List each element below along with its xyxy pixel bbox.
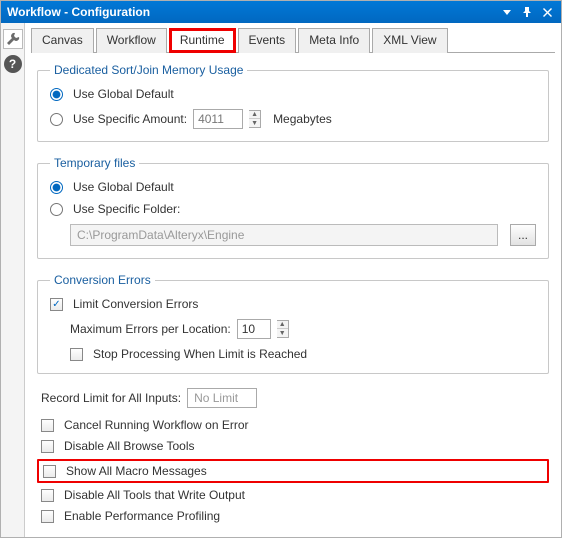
- memory-amount-spinner[interactable]: ▲▼: [249, 110, 261, 128]
- spinner-up-icon: ▲: [277, 321, 288, 329]
- options-section: Record Limit for All Inputs: No Limit Ca…: [41, 388, 545, 523]
- show-macro-checkbox[interactable]: [43, 465, 56, 478]
- help-icon[interactable]: ?: [4, 55, 22, 73]
- tempfiles-group: Temporary files Use Global Default Use S…: [37, 156, 549, 259]
- tab-bar: Canvas Workflow Runtime Events Meta Info…: [31, 27, 555, 53]
- max-errors-label: Maximum Errors per Location:: [70, 322, 231, 336]
- titlebar: Workflow - Configuration: [1, 1, 561, 23]
- config-panel: Canvas Workflow Runtime Events Meta Info…: [25, 23, 561, 537]
- tab-canvas[interactable]: Canvas: [31, 28, 94, 53]
- temp-global-label: Use Global Default: [73, 180, 174, 194]
- memory-legend: Dedicated Sort/Join Memory Usage: [50, 63, 247, 77]
- disable-write-checkbox[interactable]: [41, 489, 54, 502]
- disable-write-label: Disable All Tools that Write Output: [64, 488, 245, 502]
- tab-xmlview[interactable]: XML View: [372, 28, 447, 53]
- limit-errors-checkbox[interactable]: ✓: [50, 298, 63, 311]
- memory-amount-input[interactable]: 4011: [193, 109, 243, 129]
- disable-browse-checkbox[interactable]: [41, 440, 54, 453]
- tempfiles-legend: Temporary files: [50, 156, 139, 170]
- max-errors-input[interactable]: 10: [237, 319, 271, 339]
- wrench-tool-icon[interactable]: [3, 29, 23, 49]
- pin-icon[interactable]: [519, 4, 535, 20]
- browse-button[interactable]: ...: [510, 224, 536, 246]
- tab-runtime[interactable]: Runtime: [169, 28, 236, 53]
- dropdown-icon[interactable]: [499, 4, 515, 20]
- tab-events[interactable]: Events: [238, 28, 297, 53]
- show-macro-label: Show All Macro Messages: [66, 464, 207, 478]
- cancel-on-error-checkbox[interactable]: [41, 419, 54, 432]
- conversion-errors-group: Conversion Errors ✓ Limit Conversion Err…: [37, 273, 549, 374]
- conversion-errors-legend: Conversion Errors: [50, 273, 155, 287]
- record-limit-input[interactable]: No Limit: [187, 388, 257, 408]
- memory-global-label: Use Global Default: [73, 87, 174, 101]
- disable-browse-label: Disable All Browse Tools: [64, 439, 195, 453]
- record-limit-label: Record Limit for All Inputs:: [41, 391, 181, 405]
- memory-unit-label: Megabytes: [273, 112, 332, 126]
- max-errors-spinner[interactable]: ▲▼: [277, 320, 289, 338]
- stop-on-limit-label: Stop Processing When Limit is Reached: [93, 347, 307, 361]
- perf-profile-checkbox[interactable]: [41, 510, 54, 523]
- tab-workflow[interactable]: Workflow: [96, 28, 167, 53]
- window-title: Workflow - Configuration: [7, 5, 495, 19]
- temp-global-radio[interactable]: [50, 181, 63, 194]
- limit-errors-label: Limit Conversion Errors: [73, 297, 198, 311]
- temp-path-input[interactable]: C:\ProgramData\Alteryx\Engine: [70, 224, 498, 246]
- spinner-down-icon: ▼: [277, 329, 288, 337]
- stop-on-limit-checkbox[interactable]: [70, 348, 83, 361]
- perf-profile-label: Enable Performance Profiling: [64, 509, 220, 523]
- temp-folder-radio[interactable]: [50, 203, 63, 216]
- tab-metainfo[interactable]: Meta Info: [298, 28, 370, 53]
- temp-folder-label: Use Specific Folder:: [73, 202, 180, 216]
- memory-specific-label: Use Specific Amount:: [73, 112, 187, 126]
- close-icon[interactable]: [539, 4, 555, 20]
- memory-specific-radio[interactable]: [50, 113, 63, 126]
- cancel-on-error-label: Cancel Running Workflow on Error: [64, 418, 249, 432]
- memory-global-radio[interactable]: [50, 88, 63, 101]
- spinner-up-icon: ▲: [249, 111, 260, 119]
- memory-group: Dedicated Sort/Join Memory Usage Use Glo…: [37, 63, 549, 142]
- spinner-down-icon: ▼: [249, 119, 260, 127]
- left-toolbar: ?: [1, 23, 25, 537]
